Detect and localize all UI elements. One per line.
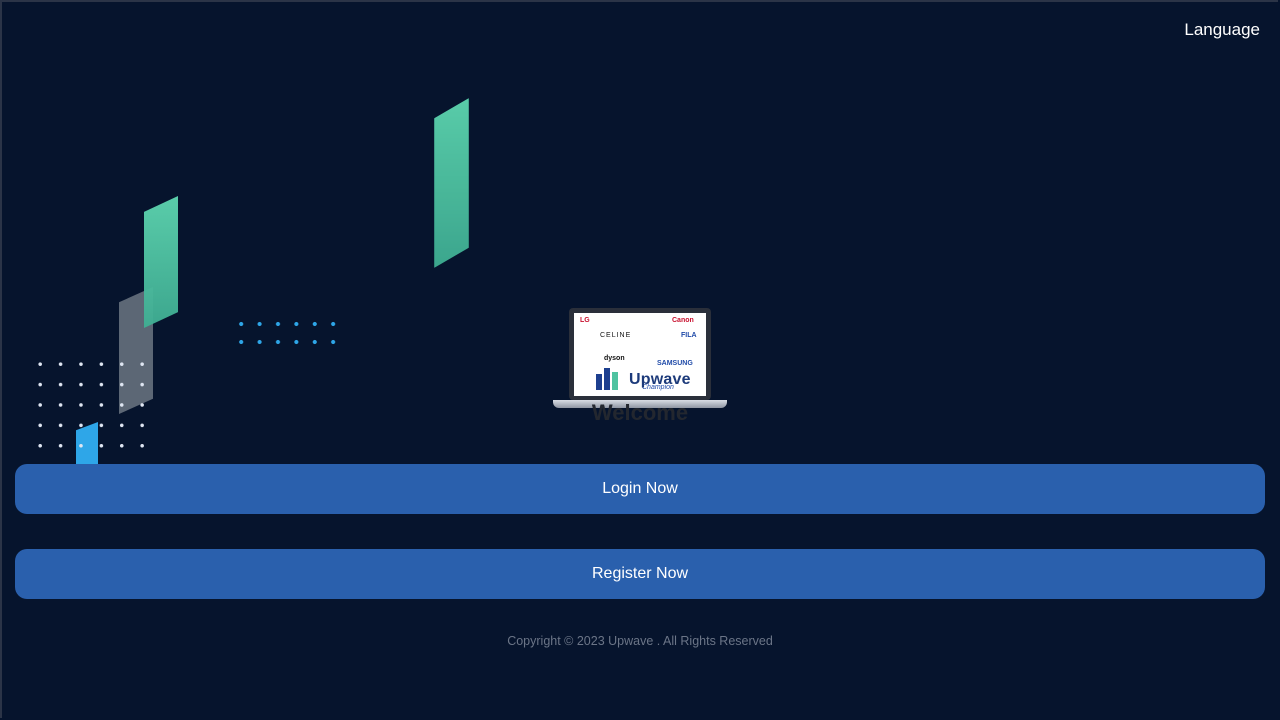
brand-logo-collage: LG Canon CELINE FILA dyson SAMSUNG Champ… (574, 313, 706, 396)
language-selector[interactable]: Language (1184, 20, 1260, 40)
register-button[interactable]: Register Now (15, 549, 1265, 599)
laptop-screen: LG Canon CELINE FILA dyson SAMSUNG Champ… (569, 308, 711, 400)
brand-logo: dyson (604, 355, 625, 362)
decorative-dot-grid (232, 315, 336, 345)
welcome-heading: Welcome (591, 400, 689, 425)
brand-logo: LG (580, 317, 590, 324)
brand-logo: CELINE (600, 332, 632, 339)
brand-logo: SAMSUNG (657, 360, 693, 367)
logo-text: Upwave (629, 371, 691, 388)
login-button[interactable]: Login Now (15, 464, 1265, 514)
decorative-green-bar (144, 196, 178, 328)
hero-laptop-image: LG Canon CELINE FILA dyson SAMSUNG Champ… (553, 308, 727, 410)
copyright-text: Copyright © 2023 Upwave . All Rights Res… (507, 634, 773, 648)
upwave-logo-icon (596, 368, 622, 390)
decorative-green-bar (434, 98, 469, 268)
brand-logo: FILA (681, 332, 697, 339)
brand-logo: Canon (672, 317, 694, 324)
